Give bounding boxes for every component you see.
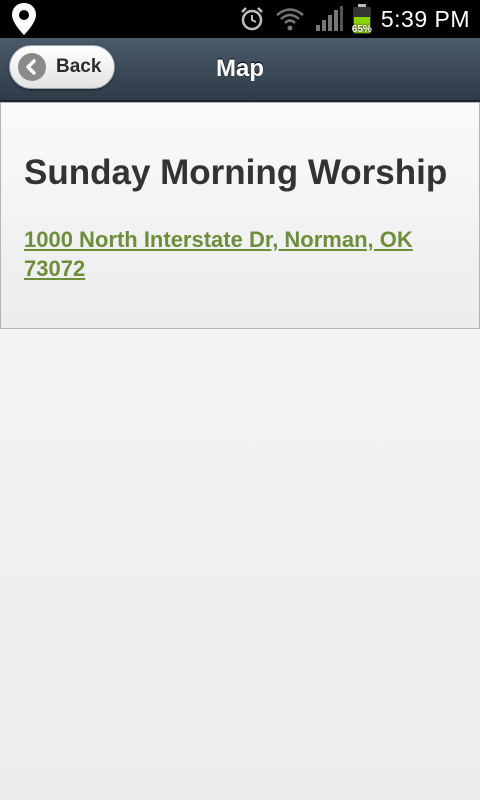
signal-icon <box>315 6 343 31</box>
address-link[interactable]: 1000 North Interstate Dr, Norman, OK 730… <box>24 225 454 283</box>
event-title: Sunday Morning Worship <box>24 153 448 192</box>
wifi-icon <box>276 8 304 31</box>
status-time: 5:39 PM <box>380 5 470 32</box>
alarm-icon <box>240 7 263 31</box>
location-pin-icon <box>12 3 36 35</box>
status-bar: 65% 5:39 PM <box>0 0 480 38</box>
battery-icon: 65% <box>352 4 372 35</box>
battery-percent: 65% <box>351 24 372 35</box>
status-left <box>10 2 38 36</box>
page-title: Map <box>216 55 264 82</box>
status-right: 65% 5:39 PM <box>239 0 470 38</box>
header-bar: Back Map <box>0 38 480 102</box>
event-card: Sunday Morning Worship 1000 North Inters… <box>0 102 480 329</box>
